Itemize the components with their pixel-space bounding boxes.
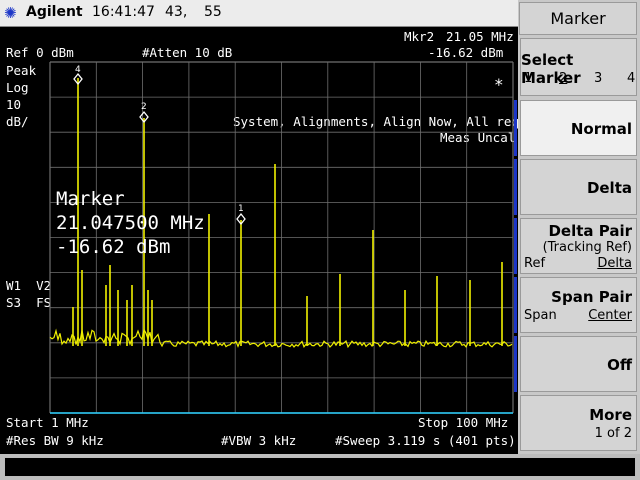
marker-box-level: -16.62 dBm [56,236,171,258]
status-line [4,457,636,477]
delta-label: Delta [586,179,632,197]
marker-option-4: 4 [627,71,636,86]
spectrum-trace [49,327,513,349]
softkey-accent-bar [514,218,517,274]
delta-pair-ref: Ref [524,256,546,271]
more-label: More [589,406,632,424]
more-page-indicator: 1 of 2 [594,426,632,441]
span-pair-label: Span Pair [551,288,632,306]
delta-pair-softkey[interactable]: Delta Pair (Tracking Ref) Ref Delta [520,218,637,274]
marker-option-2: 2 [559,71,568,86]
select-marker-label: Select Marker [521,51,581,87]
marker-2-label: 2 [141,102,147,112]
marker-4-label: 4 [75,65,81,75]
start-frequency: Start 1 MHz [6,415,89,430]
softkey-accent-bar [514,336,517,392]
stop-frequency: Stop 100 MHz [418,415,509,430]
normal-softkey[interactable]: Normal [520,100,637,156]
menu-title: Marker [519,2,637,35]
delta-softkey[interactable]: Delta [520,159,637,215]
marker-option-1: 1 [524,71,533,86]
delta-pair-sub: (Tracking Ref) [542,240,632,255]
marker-option-3: 3 [594,71,603,86]
marker-box-freq: 21.047500 MHz [56,212,205,234]
span-pair-softkey[interactable]: Span Pair Span Center [520,277,637,333]
sweep-time: #Sweep 3.119 s (401 pts) [335,433,516,448]
select-marker-softkey[interactable]: Select Marker 1 2 3 4 [520,38,637,96]
off-softkey[interactable]: Off [520,336,637,392]
marker-box-title: Marker [56,188,125,210]
resolution-bandwidth: #Res BW 9 kHz [6,433,104,448]
delta-pair-delta: Delta [597,256,632,271]
off-label: Off [607,356,632,374]
normal-label: Normal [570,120,632,138]
marker-1-label: 1 [238,204,244,214]
span-pair-span: Span [524,308,557,323]
video-bandwidth: #VBW 3 kHz [221,433,297,448]
softkey-accent-bar [514,159,517,215]
more-softkey[interactable]: More 1 of 2 [520,395,637,451]
span-pair-center: Center [588,308,632,323]
softkey-accent-bar [514,100,517,156]
delta-pair-label: Delta Pair [548,222,632,240]
softkey-accent-bar [514,277,517,333]
